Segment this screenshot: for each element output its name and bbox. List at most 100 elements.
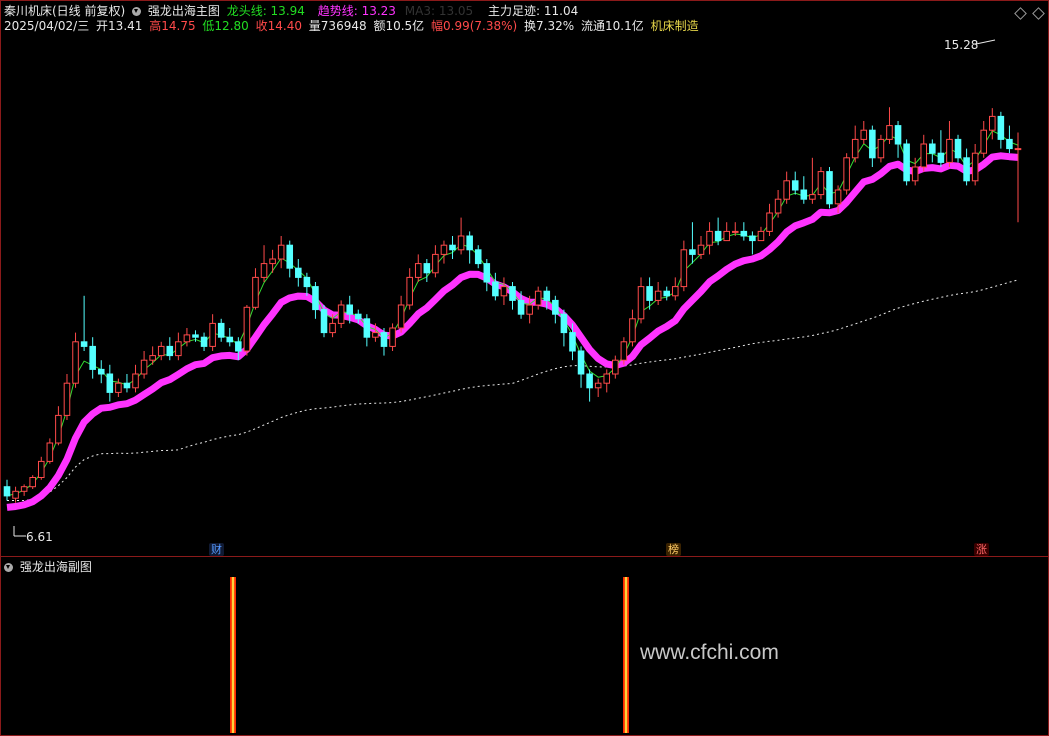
candle-body [997,115,1005,140]
main-force-label: 主力足迹: 11.04 [488,4,579,18]
candle-body [132,373,139,389]
quote-change: 幅0.99(7.38%) [431,19,518,33]
candle-body [432,253,439,274]
marker-zhang[interactable]: 涨 [974,543,989,556]
candle-body [183,334,191,343]
quote-date: 2025/04/02/三 [4,19,90,33]
candle-body [860,129,868,140]
candle-body [851,138,859,159]
marker-cai[interactable]: 财 [209,543,224,556]
max-arrow-icon [975,39,996,45]
candle-body [295,267,302,278]
signal-bar-core-2 [624,577,628,733]
candle-body [363,318,371,338]
ma3-label: MA3: 13.05 [404,4,474,18]
candle-body [166,345,174,357]
candle-body [89,345,96,370]
candle-body [29,477,36,488]
candle-body [869,129,876,159]
quote-sector[interactable]: 机床制造 [651,19,699,33]
candle-body [552,299,559,315]
candle-body [963,157,970,182]
candle-body [397,304,405,329]
candle-body [115,382,122,393]
candle-body [560,313,568,334]
candle-body [226,336,234,343]
watermark: www.cfchi.com [640,641,779,664]
candle-body [980,129,988,154]
candle-body [783,180,790,200]
candle-body [637,286,645,320]
candle-body [834,189,842,205]
quote-amount: 额10.5亿 [373,19,425,33]
candle-body [937,152,945,163]
candle-body [731,230,739,233]
candle-body [517,299,525,315]
header-row: 秦川机床(日线 前复权) 强龙出海主图 龙头线: 13.94 趋势线: 13.2… [4,4,581,18]
candle-body [680,249,688,288]
main-chart[interactable] [0,0,1049,736]
candle-body [800,189,808,200]
candle-body [672,286,679,297]
candle-body [440,244,448,255]
candle-body [346,304,353,315]
candle-body [372,332,379,338]
quote-high: 高14.75 [149,19,196,33]
candle-body [252,276,259,308]
candle-body [577,350,585,375]
candle-body [217,322,225,338]
candle-body [380,332,388,347]
sub-dropdown-icon[interactable] [4,563,13,572]
candle-body [209,322,216,347]
candle-body [483,263,491,283]
candle-body [63,382,71,416]
main-force-line [7,279,1019,501]
candle-body [689,249,696,255]
marker-bang[interactable]: 榜 [666,543,681,556]
stock-name[interactable]: 秦川机床(日线 前复权) [4,4,125,18]
candle-body [466,235,473,251]
signal-bar-core-1 [231,577,235,733]
candle-body [706,230,713,246]
candle-body [423,263,431,274]
candle-body [946,138,953,163]
candle-body [474,249,482,265]
trend-line-label: 趋势线: 13.23 [317,4,396,18]
candle-body [192,334,199,338]
candle-body [149,355,156,361]
candle-body [603,373,611,384]
sub-panel-title[interactable]: 强龙出海副图 [20,560,92,574]
dropdown-icon[interactable] [132,7,142,16]
candle-body [663,290,671,297]
candle-body [774,198,782,214]
candle-body [526,304,533,315]
candle-body [989,115,996,131]
candle-body [929,143,936,154]
candle-body [629,318,636,343]
indicator-name[interactable]: 强龙出海主图 [148,4,220,18]
candle-body [492,281,499,297]
trend-line [6,152,1019,511]
candle-body [406,276,413,306]
candle-body [654,290,662,301]
candle-body [543,290,551,301]
candle-body [766,212,773,232]
candle-body [509,286,516,301]
candle-body [269,258,276,265]
candle-body [20,486,28,492]
candle-body [337,304,345,324]
candle-body [954,138,962,159]
candle-body [320,309,328,334]
candle-body [286,244,294,269]
candle-body [534,290,542,306]
candle-body [157,345,165,357]
candle-body [55,414,62,444]
candle-body [72,341,79,384]
candle-body [714,230,722,242]
candle-body [97,368,105,375]
candle-body [260,263,268,278]
candle-body [646,286,653,301]
candle-body [903,143,910,182]
candle-body [329,322,336,334]
candle-body [1014,148,1022,151]
